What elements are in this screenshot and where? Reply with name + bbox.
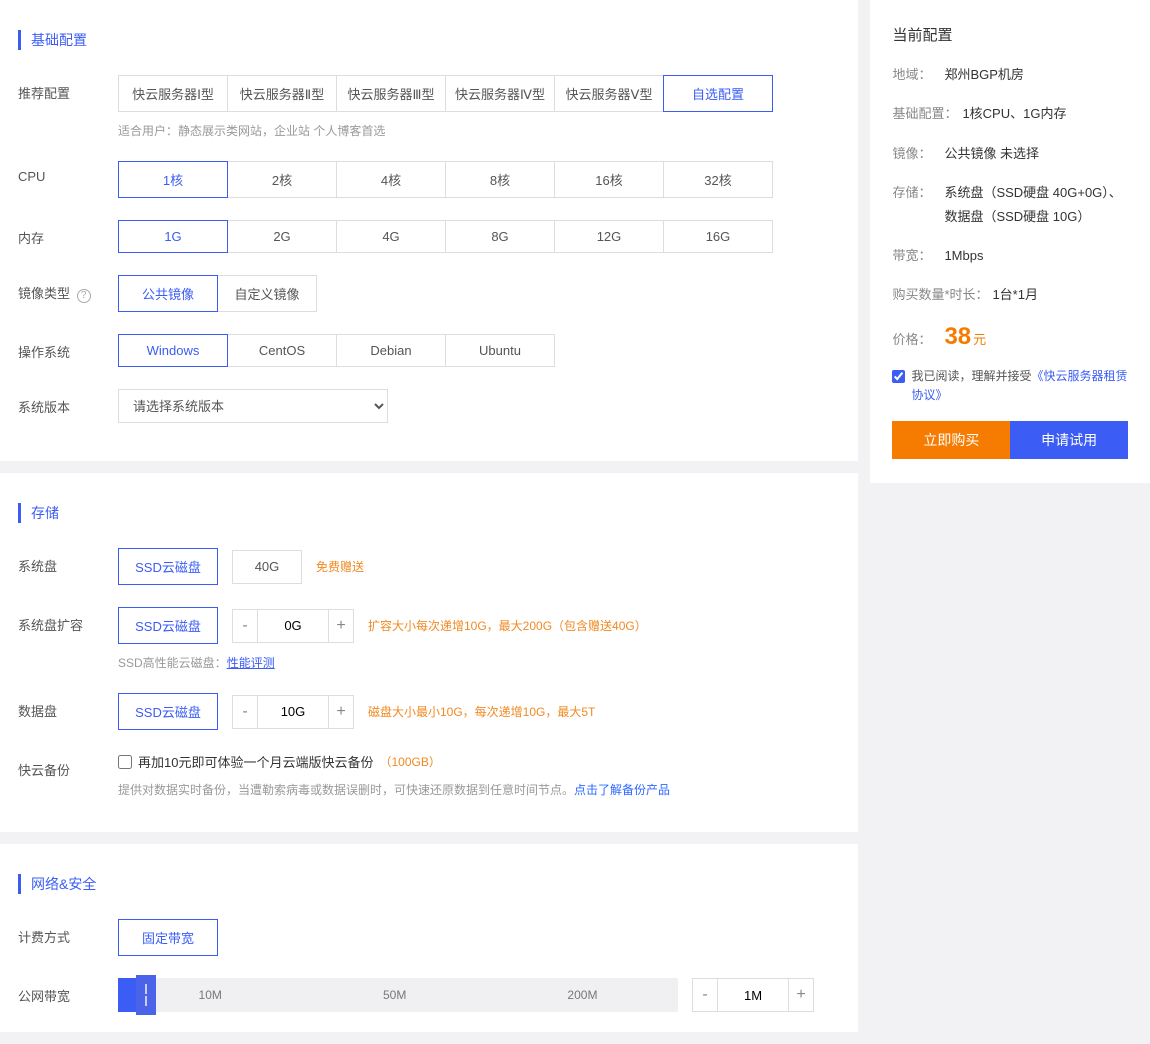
label-os: 操作系统: [18, 334, 118, 361]
label-sysver: 系统版本: [18, 389, 118, 416]
sysdisk-type[interactable]: SSD云磁盘: [118, 548, 218, 585]
cpu-option[interactable]: 1核: [118, 161, 228, 198]
cpu-option[interactable]: 32核: [663, 161, 773, 198]
sysdisk-ext-size[interactable]: [258, 609, 328, 643]
section-title-network: 网络&安全: [18, 874, 828, 894]
datadisk-type[interactable]: SSD云磁盘: [118, 693, 218, 730]
panel-network: 网络&安全 计费方式 固定带宽 公网带宽 10M 50M 200M -: [0, 844, 858, 1032]
summary-basic: 1核CPU、1G内存: [962, 102, 1066, 125]
cpu-group: 1核2核4核8核16核32核: [118, 161, 828, 198]
bandwidth-value[interactable]: [718, 978, 788, 1012]
sysdisk-ext-note: 扩容大小每次递增10G，最大200G（包含赠送40G）: [368, 617, 647, 634]
minus-button[interactable]: -: [232, 695, 258, 729]
perf-link[interactable]: 性能评测: [227, 656, 275, 670]
agree-checkbox[interactable]: [892, 370, 905, 383]
label-sysdisk: 系统盘: [18, 548, 118, 575]
memory-option[interactable]: 16G: [663, 220, 773, 253]
cpu-option[interactable]: 16核: [554, 161, 664, 198]
os-option[interactable]: CentOS: [227, 334, 337, 367]
label-backup: 快云备份: [18, 752, 118, 779]
backup-desc: 提供对数据实时备份，当遭勒索病毒或数据误删时，可快速还原数据到任意时间节点。点击…: [118, 781, 828, 798]
sysdisk-ext-stepper: - +: [232, 609, 354, 643]
label-bandwidth: 公网带宽: [18, 978, 118, 1005]
billing-group: 固定带宽: [118, 919, 828, 956]
label-imgtype: 镜像类型 ?: [18, 275, 118, 303]
label-cpu: CPU: [18, 161, 118, 184]
memory-group: 1G2G4G8G12G16G: [118, 220, 828, 253]
cpu-option[interactable]: 4核: [336, 161, 446, 198]
plus-button[interactable]: +: [788, 978, 814, 1012]
summary-bandwidth: 1Mbps: [944, 244, 983, 267]
datadisk-stepper: - +: [232, 695, 354, 729]
label-datadisk: 数据盘: [18, 693, 118, 720]
slider-ticks: 10M 50M 200M: [118, 978, 678, 1012]
sysdisk-note: 免费赠送: [316, 558, 364, 575]
recommend-option[interactable]: 快云服务器Ⅰ型: [118, 75, 228, 112]
recommend-option[interactable]: 快云服务器Ⅴ型: [554, 75, 664, 112]
section-title-storage: 存储: [18, 503, 828, 523]
help-icon[interactable]: ?: [77, 289, 91, 303]
price-number: 38: [944, 323, 971, 351]
panel-basic: 基础配置 推荐配置 快云服务器Ⅰ型快云服务器Ⅱ型快云服务器Ⅲ型快云服务器Ⅳ型快云…: [0, 0, 858, 461]
trial-button[interactable]: 申请试用: [1010, 421, 1128, 459]
os-option[interactable]: Debian: [336, 334, 446, 367]
memory-option[interactable]: 8G: [445, 220, 555, 253]
panel-storage: 存储 系统盘 SSD云磁盘 免费赠送 系统盘扩容 SSD云磁盘 - + 扩: [0, 473, 858, 832]
summary-image: 公共镜像 未选择: [944, 142, 1039, 165]
os-option[interactable]: Windows: [118, 334, 228, 367]
backup-link[interactable]: 点击了解备份产品: [574, 783, 670, 797]
label-sysdisk-ext: 系统盘扩容: [18, 607, 118, 634]
datadisk-size[interactable]: [258, 695, 328, 729]
imgtype-option[interactable]: 自定义镜像: [217, 275, 317, 312]
sysdisk-size[interactable]: [232, 550, 302, 584]
label-memory: 内存: [18, 220, 118, 247]
memory-option[interactable]: 2G: [227, 220, 337, 253]
sidebar-summary: 当前配置 地域：郑州BGP机房 基础配置：1核CPU、1G内存 镜像：公共镜像 …: [870, 0, 1150, 483]
datadisk-note: 磁盘大小最小10G，每次递增10G，最大5T: [368, 703, 595, 720]
summary-storage: 系统盘（SSD硬盘 40G+0G）、 数据盘（SSD硬盘 10G）: [944, 181, 1128, 228]
backup-extra: （100GB）: [379, 753, 440, 770]
recommend-hint: 适合用户：静态展示类网站，企业站 个人博客首选: [118, 122, 828, 139]
sysdisk-ext-type[interactable]: SSD云磁盘: [118, 607, 218, 644]
imgtype-option[interactable]: 公共镜像: [118, 275, 218, 312]
backup-label: 再加10元即可体验一个月云端版快云备份: [138, 752, 373, 771]
memory-option[interactable]: 4G: [336, 220, 446, 253]
recommend-option[interactable]: 快云服务器Ⅱ型: [227, 75, 337, 112]
buy-button[interactable]: 立即购买: [892, 421, 1010, 459]
agree-row[interactable]: 我已阅读，理解并接受《快云服务器租赁协议》: [892, 367, 1128, 405]
recommend-option[interactable]: 快云服务器Ⅲ型: [336, 75, 446, 112]
minus-button[interactable]: -: [692, 978, 718, 1012]
cpu-option[interactable]: 8核: [445, 161, 555, 198]
bandwidth-stepper: - +: [692, 978, 814, 1012]
imgtype-group: 公共镜像自定义镜像: [118, 275, 828, 312]
summary-region: 郑州BGP机房: [944, 63, 1023, 86]
os-group: WindowsCentOSDebianUbuntu: [118, 334, 828, 367]
bandwidth-slider[interactable]: 10M 50M 200M: [118, 978, 678, 1012]
side-title: 当前配置: [892, 24, 1128, 45]
backup-checkbox[interactable]: [118, 755, 132, 769]
perf-hint: SSD高性能云磁盘：性能评测: [118, 654, 828, 671]
cpu-option[interactable]: 2核: [227, 161, 337, 198]
plus-button[interactable]: +: [328, 695, 354, 729]
sysver-select[interactable]: 请选择系统版本: [118, 389, 388, 423]
minus-button[interactable]: -: [232, 609, 258, 643]
slider-handle[interactable]: [136, 975, 156, 1015]
billing-option[interactable]: 固定带宽: [118, 919, 218, 956]
label-recommend: 推荐配置: [18, 75, 118, 102]
memory-option[interactable]: 1G: [118, 220, 228, 253]
os-option[interactable]: Ubuntu: [445, 334, 555, 367]
recommend-option[interactable]: 快云服务器Ⅳ型: [445, 75, 555, 112]
section-title-basic: 基础配置: [18, 30, 828, 50]
summary-qty: 1台*1月: [992, 283, 1038, 306]
recommend-option[interactable]: 自选配置: [663, 75, 773, 112]
plus-button[interactable]: +: [328, 609, 354, 643]
price-unit: 元: [973, 329, 986, 348]
recommend-group: 快云服务器Ⅰ型快云服务器Ⅱ型快云服务器Ⅲ型快云服务器Ⅳ型快云服务器Ⅴ型自选配置: [118, 75, 828, 112]
label-billing: 计费方式: [18, 919, 118, 946]
memory-option[interactable]: 12G: [554, 220, 664, 253]
